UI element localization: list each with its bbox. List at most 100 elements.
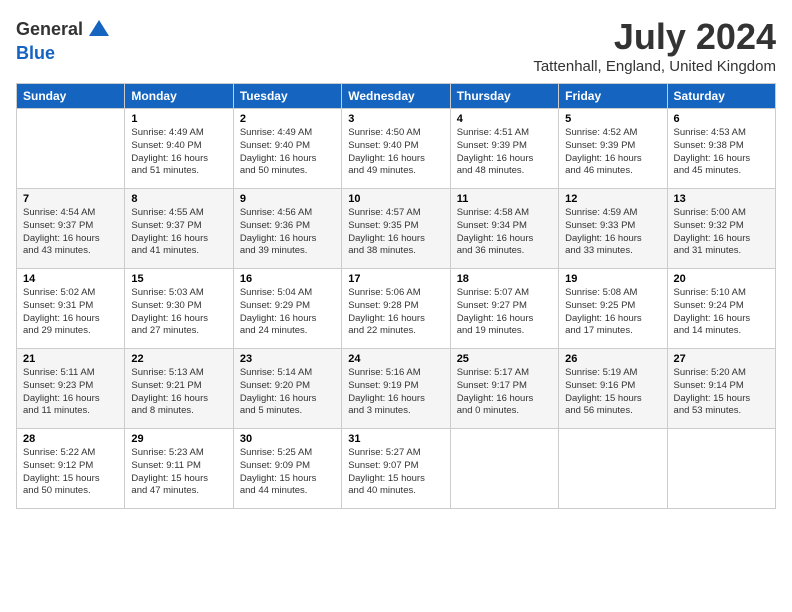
calendar-cell: 22 Sunrise: 5:13 AM Sunset: 9:21 PM Dayli… xyxy=(125,349,233,429)
weekday-header-row: SundayMondayTuesdayWednesdayThursdayFrid… xyxy=(17,84,776,109)
month-title: July 2024 xyxy=(533,16,776,58)
day-number: 15 xyxy=(131,273,226,285)
weekday-tuesday: Tuesday xyxy=(233,84,341,109)
day-number: 22 xyxy=(131,353,226,365)
day-number: 30 xyxy=(240,433,335,445)
calendar-cell: 19Sunrise: 5:08 AM Sunset: 9:25 PM Dayli… xyxy=(559,269,667,349)
day-number: 31 xyxy=(348,433,443,445)
day-info: Sunrise: 5:00 AM Sunset: 9:32 PM Dayligh… xyxy=(674,207,769,258)
day-info: Sunrise: 4:56 AM Sunset: 9:36 PM Dayligh… xyxy=(240,207,335,258)
week-row-5: 28 Sunrise: 5:22 AM Sunset: 9:12 PM Dayli… xyxy=(17,429,776,509)
day-info: Sunrise: 4:55 AM Sunset: 9:37 PM Dayligh… xyxy=(131,207,226,258)
day-info: Sunrise: 5:13 AM Sunset: 9:21 PM Dayligh… xyxy=(131,367,226,418)
page-header: General Blue July 2024 Tattenhall, Engla… xyxy=(16,16,776,75)
day-number: 25 xyxy=(457,353,552,365)
calendar-cell: 6 Sunrise: 4:53 AM Sunset: 9:38 PM Daylig… xyxy=(667,109,775,189)
day-number: 6 xyxy=(674,113,769,125)
day-number: 19 xyxy=(565,273,660,285)
day-number: 21 xyxy=(23,353,118,365)
day-number: 7 xyxy=(23,193,118,205)
day-info: Sunrise: 5:27 AM Sunset: 9:07 PM Dayligh… xyxy=(348,447,443,498)
day-number: 4 xyxy=(457,113,552,125)
day-number: 2 xyxy=(240,113,335,125)
calendar-cell: 11 Sunrise: 4:58 AM Sunset: 9:34 PM Dayli… xyxy=(450,189,558,269)
calendar-table: SundayMondayTuesdayWednesdayThursdayFrid… xyxy=(16,83,776,509)
calendar-cell: 21 Sunrise: 5:11 AM Sunset: 9:23 PM Dayli… xyxy=(17,349,125,429)
calendar-cell: 24Sunrise: 5:16 AM Sunset: 9:19 PM Dayli… xyxy=(342,349,450,429)
calendar-cell: 18 Sunrise: 5:07 AM Sunset: 9:27 PM Dayli… xyxy=(450,269,558,349)
calendar-cell: 16 Sunrise: 5:04 AM Sunset: 9:29 PM Dayli… xyxy=(233,269,341,349)
calendar-cell xyxy=(450,429,558,509)
logo-general: General xyxy=(16,19,83,39)
title-block: July 2024 Tattenhall, England, United Ki… xyxy=(533,16,776,75)
day-info: Sunrise: 5:17 AM Sunset: 9:17 PM Dayligh… xyxy=(457,367,552,418)
weekday-thursday: Thursday xyxy=(450,84,558,109)
day-info: Sunrise: 4:53 AM Sunset: 9:38 PM Dayligh… xyxy=(674,127,769,178)
calendar-cell: 10 Sunrise: 4:57 AM Sunset: 9:35 PM Dayli… xyxy=(342,189,450,269)
day-info: Sunrise: 4:52 AM Sunset: 9:39 PM Dayligh… xyxy=(565,127,660,178)
day-number: 3 xyxy=(348,113,443,125)
calendar-cell: 20Sunrise: 5:10 AM Sunset: 9:24 PM Dayli… xyxy=(667,269,775,349)
calendar-cell: 27Sunrise: 5:20 AM Sunset: 9:14 PM Dayli… xyxy=(667,349,775,429)
day-number: 9 xyxy=(240,193,335,205)
calendar-cell: 13 Sunrise: 5:00 AM Sunset: 9:32 PM Dayli… xyxy=(667,189,775,269)
day-number: 16 xyxy=(240,273,335,285)
calendar-cell: 25 Sunrise: 5:17 AM Sunset: 9:17 PM Dayli… xyxy=(450,349,558,429)
day-info: Sunrise: 5:02 AM Sunset: 9:31 PM Dayligh… xyxy=(23,287,118,338)
day-number: 29 xyxy=(131,433,226,445)
week-row-1: 1Sunrise: 4:49 AM Sunset: 9:40 PM Daylig… xyxy=(17,109,776,189)
calendar-cell: 28 Sunrise: 5:22 AM Sunset: 9:12 PM Dayli… xyxy=(17,429,125,509)
day-number: 5 xyxy=(565,113,660,125)
day-number: 11 xyxy=(457,193,552,205)
day-info: Sunrise: 4:58 AM Sunset: 9:34 PM Dayligh… xyxy=(457,207,552,258)
calendar-cell: 17Sunrise: 5:06 AM Sunset: 9:28 PM Dayli… xyxy=(342,269,450,349)
day-info: Sunrise: 5:25 AM Sunset: 9:09 PM Dayligh… xyxy=(240,447,335,498)
day-info: Sunrise: 4:54 AM Sunset: 9:37 PM Dayligh… xyxy=(23,207,118,258)
day-info: Sunrise: 4:50 AM Sunset: 9:40 PM Dayligh… xyxy=(348,127,443,178)
weekday-wednesday: Wednesday xyxy=(342,84,450,109)
day-number: 27 xyxy=(674,353,769,365)
day-number: 20 xyxy=(674,273,769,285)
calendar-cell: 23 Sunrise: 5:14 AM Sunset: 9:20 PM Dayli… xyxy=(233,349,341,429)
calendar-cell: 9 Sunrise: 4:56 AM Sunset: 9:36 PM Daylig… xyxy=(233,189,341,269)
calendar-cell: 2 Sunrise: 4:49 AM Sunset: 9:40 PM Daylig… xyxy=(233,109,341,189)
day-info: Sunrise: 5:07 AM Sunset: 9:27 PM Dayligh… xyxy=(457,287,552,338)
day-number: 18 xyxy=(457,273,552,285)
day-info: Sunrise: 5:14 AM Sunset: 9:20 PM Dayligh… xyxy=(240,367,335,418)
day-info: Sunrise: 4:57 AM Sunset: 9:35 PM Dayligh… xyxy=(348,207,443,258)
calendar-cell: 29Sunrise: 5:23 AM Sunset: 9:11 PM Dayli… xyxy=(125,429,233,509)
day-number: 12 xyxy=(565,193,660,205)
day-number: 24 xyxy=(348,353,443,365)
calendar-cell: 31 Sunrise: 5:27 AM Sunset: 9:07 PM Dayli… xyxy=(342,429,450,509)
logo: General Blue xyxy=(16,16,115,64)
day-info: Sunrise: 5:22 AM Sunset: 9:12 PM Dayligh… xyxy=(23,447,118,498)
day-number: 10 xyxy=(348,193,443,205)
day-number: 14 xyxy=(23,273,118,285)
day-info: Sunrise: 5:03 AM Sunset: 9:30 PM Dayligh… xyxy=(131,287,226,338)
calendar-cell: 30 Sunrise: 5:25 AM Sunset: 9:09 PM Dayli… xyxy=(233,429,341,509)
day-number: 8 xyxy=(131,193,226,205)
calendar-cell: 26Sunrise: 5:19 AM Sunset: 9:16 PM Dayli… xyxy=(559,349,667,429)
day-info: Sunrise: 4:49 AM Sunset: 9:40 PM Dayligh… xyxy=(131,127,226,178)
day-info: Sunrise: 5:06 AM Sunset: 9:28 PM Dayligh… xyxy=(348,287,443,338)
calendar-cell xyxy=(17,109,125,189)
week-row-3: 14 Sunrise: 5:02 AM Sunset: 9:31 PM Dayli… xyxy=(17,269,776,349)
day-info: Sunrise: 5:04 AM Sunset: 9:29 PM Dayligh… xyxy=(240,287,335,338)
day-number: 28 xyxy=(23,433,118,445)
weekday-friday: Friday xyxy=(559,84,667,109)
calendar-body: 1Sunrise: 4:49 AM Sunset: 9:40 PM Daylig… xyxy=(17,109,776,509)
calendar-cell: 8 Sunrise: 4:55 AM Sunset: 9:37 PM Daylig… xyxy=(125,189,233,269)
day-number: 23 xyxy=(240,353,335,365)
logo-blue: Blue xyxy=(16,43,55,63)
day-number: 13 xyxy=(674,193,769,205)
location-title: Tattenhall, England, United Kingdom xyxy=(533,58,776,75)
calendar-cell: 12Sunrise: 4:59 AM Sunset: 9:33 PM Dayli… xyxy=(559,189,667,269)
weekday-monday: Monday xyxy=(125,84,233,109)
calendar-cell: 15 Sunrise: 5:03 AM Sunset: 9:30 PM Dayli… xyxy=(125,269,233,349)
day-info: Sunrise: 4:49 AM Sunset: 9:40 PM Dayligh… xyxy=(240,127,335,178)
weekday-saturday: Saturday xyxy=(667,84,775,109)
day-info: Sunrise: 5:19 AM Sunset: 9:16 PM Dayligh… xyxy=(565,367,660,418)
day-info: Sunrise: 5:11 AM Sunset: 9:23 PM Dayligh… xyxy=(23,367,118,418)
week-row-4: 21 Sunrise: 5:11 AM Sunset: 9:23 PM Dayli… xyxy=(17,349,776,429)
weekday-sunday: Sunday xyxy=(17,84,125,109)
